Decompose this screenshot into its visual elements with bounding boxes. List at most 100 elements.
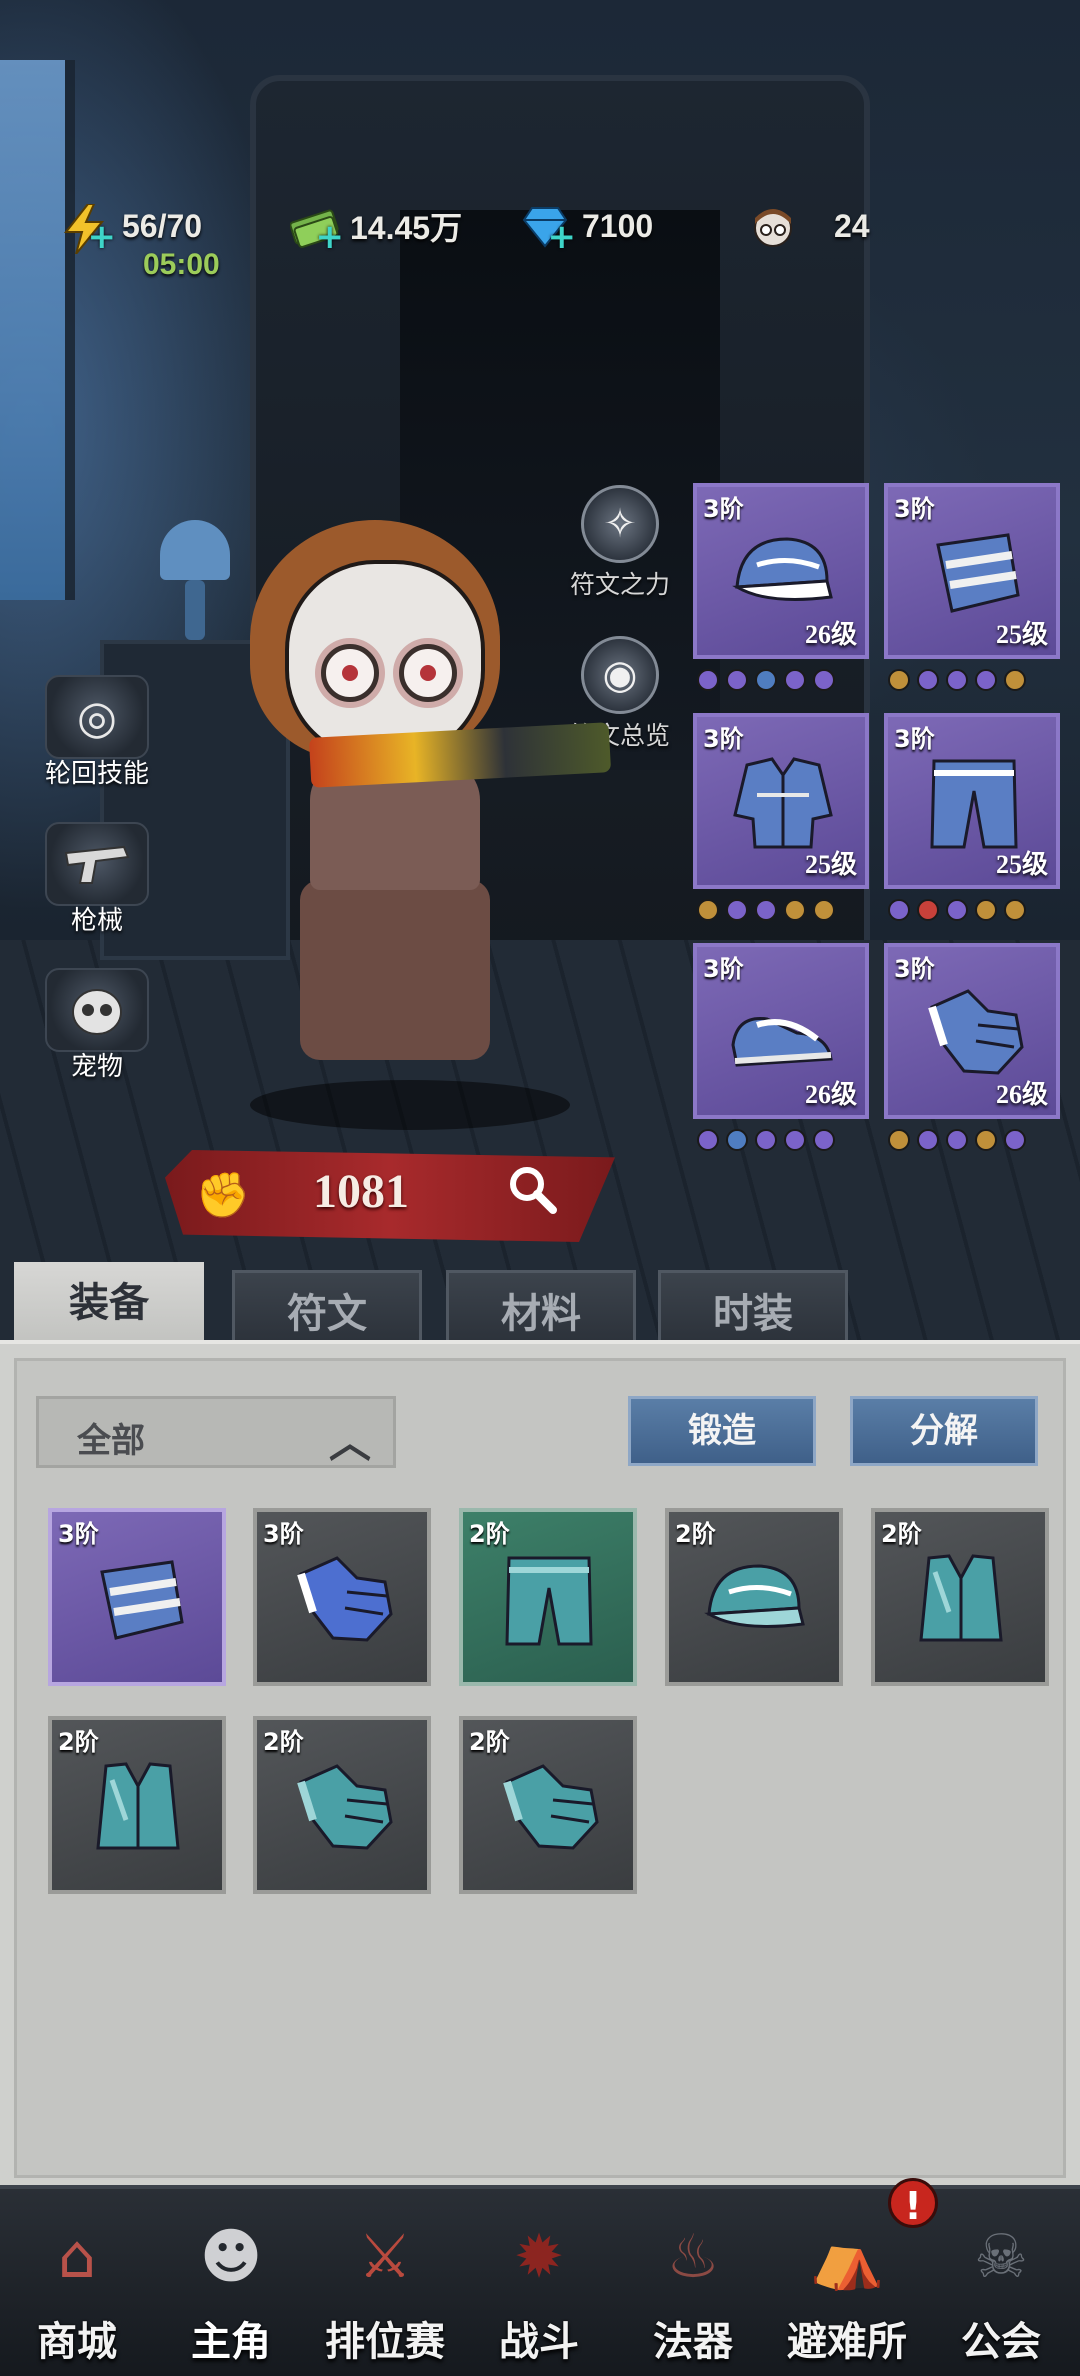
rune-socket [697,1129,719,1151]
shoes-icon [727,985,839,1081]
forge-button[interactable]: 锻造 [628,1396,816,1466]
nav-hero[interactable]: ☻ 主角 [154,2195,308,2375]
inventory-item-glove[interactable]: 2阶 [253,1716,431,1894]
rune-socket [946,669,968,691]
inventory-item-vest[interactable]: 2阶 [48,1716,226,1894]
rune-socket [726,899,748,921]
inventory-item-vest[interactable]: 2阶 [871,1508,1049,1686]
tab-equipment-label: 装备 [69,1280,149,1326]
rune-socket [917,1129,939,1151]
filter-dropdown[interactable]: 全部 ︿ [36,1396,396,1468]
pet-label: 宠物 [70,1052,123,1082]
equipped-slot-jacket[interactable]: 3阶 25级 [693,713,869,889]
rune-sockets [697,893,835,927]
nav-label: 法器 [653,2319,733,2365]
guild-icon: ☠ [974,2222,1028,2292]
dismantle-button[interactable]: 分解 [850,1396,1038,1466]
lightning-icon: + [62,203,116,255]
nav-guild[interactable]: ☠ 公会 [924,2195,1078,2375]
rune-socket [726,1129,748,1151]
forge-label: 锻造 [688,1411,756,1451]
inventory-item-glove[interactable]: 3阶 [253,1508,431,1686]
fist-icon: ✊ [195,1170,251,1221]
rune-socket [755,1129,777,1151]
rune-socket [1004,669,1026,691]
cash-stack-icon: + [289,204,344,254]
level-label: 26级 [804,620,857,649]
pet-button[interactable]: 宠物 [38,968,156,1082]
hero-eye-right [399,644,457,702]
dismantle-label: 分解 [910,1411,978,1451]
tier-label: 2阶 [881,1520,922,1548]
rune-socket [784,899,806,921]
battle-icon: ✹ [513,2222,565,2292]
tickets-value: 24 [834,207,870,244]
glove-icon [493,1760,605,1860]
add-stamina-icon[interactable]: + [88,220,117,254]
magnifier-icon [510,1167,557,1214]
rune-socket [726,669,748,691]
vest-icon [905,1552,1017,1652]
window [0,60,75,600]
reincarnation-skill-button[interactable]: ◎ 轮回技能 [38,675,156,789]
vest-icon [82,1760,194,1860]
inventory-item-cap[interactable]: 2阶 [665,1508,843,1686]
rune-socket [813,1129,835,1151]
level-label: 26级 [995,1080,1048,1109]
hero-pants [300,880,490,1060]
rune-socket [888,669,910,691]
nav-ranked[interactable]: ⚔ 排位赛 [308,2195,462,2375]
equipped-slot-pants[interactable]: 3阶 25级 [884,713,1060,889]
tickets-resource[interactable]: 24 [750,198,870,254]
nav-label: 主角 [191,2319,271,2365]
pants-icon [918,755,1030,851]
gems-value: 7100 [582,207,654,244]
cash-resource[interactable]: + 14.45万 [289,198,462,254]
nav-label: 避难所 [787,2319,907,2365]
rune-sockets [888,893,1026,927]
nav-label: 公会 [961,2319,1041,2365]
level-label: 25级 [804,850,857,879]
tier-label: 3阶 [703,725,744,753]
stamina-resource[interactable]: + 56/70 [62,198,203,255]
rune-socket [917,669,939,691]
pet-icon [45,968,149,1052]
ranked-icon: ⚔ [358,2222,412,2292]
nav-shop[interactable]: ⌂ 商城 [0,2195,154,2375]
tier-label: 3阶 [703,495,744,523]
equipped-slot-glove[interactable]: 3阶 26级 [884,943,1060,1119]
rune-socket [784,1129,806,1151]
chevron-up-icon: ︿ [328,1418,371,1467]
tier-label: 2阶 [675,1520,716,1548]
armguard-icon [918,525,1030,621]
gems-resource[interactable]: + 7100 [522,198,653,254]
equipped-slot-armguard[interactable]: 3阶 25级 [884,483,1060,659]
gun-label: 枪械 [70,906,123,936]
gun-button[interactable]: 枪械 [38,822,156,936]
equipped-slot-shoes[interactable]: 3阶 26级 [693,943,869,1119]
power-detail-button[interactable] [505,1162,575,1232]
nav-battle[interactable]: ✹ 战斗 [462,2195,616,2375]
stamina-value: 56/70 [122,207,203,244]
add-cash-icon[interactable]: + [316,220,345,254]
tier-label: 3阶 [894,495,935,523]
rune-sockets [697,1123,835,1157]
rune-socket [946,899,968,921]
stamina-timer: 05:00 [143,248,220,281]
tier-label: 3阶 [263,1520,304,1548]
tier-label: 3阶 [894,725,935,753]
level-label: 25级 [995,850,1048,879]
inventory-item-armguard[interactable]: 3阶 [48,1508,226,1686]
rune-socket [813,899,835,921]
inventory-item-glove[interactable]: 2阶 [459,1716,637,1894]
equipped-slot-cap[interactable]: 3阶 26级 [693,483,869,659]
rune-socket [755,899,777,921]
reincarnation-icon: ◎ [45,675,149,759]
add-gems-icon[interactable]: + [548,220,577,254]
character-head-icon [750,204,794,248]
combat-power-value: 1081 [313,1165,409,1218]
nav-artifact[interactable]: ♨ 法器 [616,2195,770,2375]
nav-label: 战斗 [499,2319,579,2365]
inventory-item-pants[interactable]: 2阶 [459,1508,637,1686]
hero-character[interactable] [220,490,612,1130]
